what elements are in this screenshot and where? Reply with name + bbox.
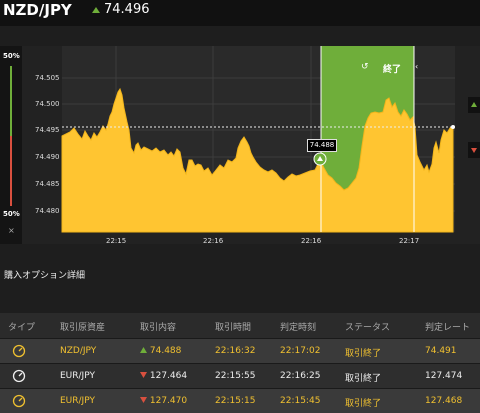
clock-icon [12, 369, 26, 383]
table-row[interactable]: EUR/JPY 127.464 22:15:55 22:16:25 取引終了 1… [0, 363, 480, 388]
x-tick-label: 22:17 [399, 237, 420, 245]
time-cell: 22:16:32 [215, 346, 256, 356]
purchase-options-table: タイプ 取引原資産 取引内容 取引時間 判定時刻 ステータス 判定レート NZD… [0, 313, 480, 413]
asset-cell: EUR/JPY [60, 396, 95, 406]
sentiment-down-percent: 50% [3, 210, 20, 218]
table-row[interactable]: EUR/JPY 127.470 22:15:15 22:15:45 取引終了 1… [0, 388, 480, 413]
y-tick-label: 74.500 [35, 100, 60, 108]
y-tick-label: 74.495 [35, 126, 60, 134]
column-header: ステータス [345, 323, 391, 333]
high-button[interactable] [468, 97, 480, 113]
asset-cell: EUR/JPY [60, 371, 95, 381]
history-icon: ↺ [361, 62, 369, 72]
section-title: 購入オプション詳細 [4, 271, 86, 281]
sentiment-up-percent: 50% [3, 52, 20, 60]
down-arrow-icon [140, 397, 147, 403]
trade-end-label: 終了 [383, 65, 402, 75]
judge-time-cell: 22:16:25 [280, 371, 321, 381]
entry-price-callout: 74.488 [307, 139, 337, 152]
content-cell: 127.464 [140, 371, 187, 381]
judge-time-cell: 22:17:02 [280, 346, 321, 356]
x-tick-label: 22:16 [301, 237, 322, 245]
time-cell: 22:15:55 [215, 371, 256, 381]
column-header: 判定時刻 [280, 323, 317, 333]
table-header: タイプ 取引原資産 取引内容 取引時間 判定時刻 ステータス 判定レート [0, 313, 480, 338]
content-cell: 74.488 [140, 346, 181, 356]
content-value: 127.464 [149, 371, 188, 381]
judge-time-cell: 22:15:45 [280, 396, 321, 406]
asset-cell: NZD/JPY [60, 346, 97, 356]
y-tick-label: 74.485 [35, 180, 60, 188]
clock-icon [12, 344, 26, 358]
content-value: 127.470 [149, 396, 188, 406]
status-cell: 取引終了 [345, 399, 382, 409]
column-header: タイプ [8, 323, 36, 333]
y-tick-label: 74.480 [35, 207, 60, 215]
clock-icon [12, 394, 26, 408]
column-header: 判定レート [425, 323, 471, 333]
column-header: 取引内容 [140, 323, 177, 333]
y-tick-label: 74.505 [35, 74, 60, 82]
rate-cell: 127.468 [425, 396, 463, 406]
status-cell: 取引終了 [345, 349, 382, 359]
sentiment-up-bar [10, 66, 12, 136]
close-icon[interactable]: × [8, 226, 15, 235]
low-button[interactable] [468, 142, 480, 158]
y-tick-label: 74.490 [35, 153, 60, 161]
time-cell: 22:15:15 [215, 396, 256, 406]
current-price-dot [451, 125, 455, 129]
column-header: 取引時間 [215, 323, 252, 333]
table-row[interactable]: NZD/JPY 74.488 22:16:32 22:17:02 取引終了 74… [0, 338, 480, 363]
sentiment-down-bar [10, 136, 12, 206]
x-tick-label: 22:16 [203, 237, 224, 245]
content-value: 74.488 [149, 346, 182, 356]
up-arrow-icon [471, 102, 477, 107]
status-cell: 取引終了 [345, 374, 382, 384]
chevron-right-icon: ‹ [415, 62, 419, 71]
rate-cell: 74.491 [425, 346, 457, 356]
sentiment-panel: 50% 50% × [0, 46, 22, 244]
down-arrow-icon [471, 148, 477, 153]
x-tick-label: 22:15 [106, 237, 127, 245]
rate-cell: 127.474 [425, 371, 463, 381]
content-cell: 127.470 [140, 396, 187, 406]
down-arrow-icon [140, 372, 147, 378]
up-arrow-icon [140, 347, 147, 353]
column-header: 取引原資産 [60, 323, 106, 333]
